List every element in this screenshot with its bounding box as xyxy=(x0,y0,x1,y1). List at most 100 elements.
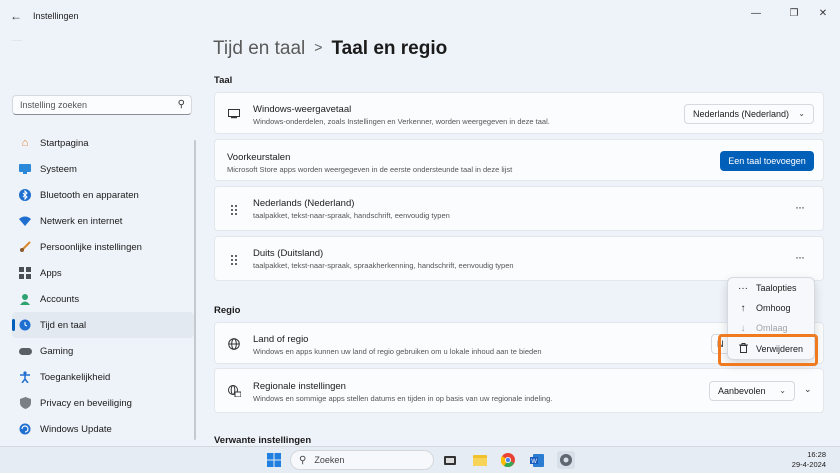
display-language-subtitle: Windows-onderdelen, zoals Instellingen e… xyxy=(253,117,550,126)
drag-handle-icon[interactable] xyxy=(227,253,241,267)
person-icon xyxy=(18,292,32,306)
system-icon xyxy=(18,162,32,176)
breadcrumb-separator: > xyxy=(314,39,323,55)
menu-item-taalopties[interactable]: ··· Taalopties xyxy=(728,278,816,298)
sidebar-item-bluetooth[interactable]: Bluetooth en apparaten xyxy=(12,182,194,208)
language-subtitle: taalpakket, tekst-naar-spraak, spraakher… xyxy=(253,261,514,270)
arrow-left-icon[interactable]: ← xyxy=(8,8,24,24)
more-icon[interactable]: ··· xyxy=(795,200,805,214)
sidebar-item-label: Gaming xyxy=(40,345,74,357)
more-icon: ··· xyxy=(738,282,748,294)
svg-text:W: W xyxy=(531,459,537,465)
sidebar: ⌂ Startpagina Systeem Bluetooth en appar… xyxy=(12,130,194,442)
monitor-icon xyxy=(227,107,241,121)
windows-start-icon[interactable] xyxy=(265,451,283,469)
search-icon: ⚲ xyxy=(299,454,307,466)
sidebar-item-label: Toegankelijkheid xyxy=(40,371,111,383)
sidebar-item-label: Systeem xyxy=(40,163,77,175)
sidebar-item-label: Accounts xyxy=(40,293,80,305)
sidebar-item-label: Privacy en beveiliging xyxy=(40,397,132,409)
sidebar-item-label: Persoonlijke instellingen xyxy=(40,241,142,253)
breadcrumb: Tijd en taal > Taal en regio xyxy=(213,38,447,60)
breadcrumb-parent[interactable]: Tijd en taal xyxy=(213,38,305,59)
sidebar-item-windows-update[interactable]: Windows Update xyxy=(12,416,194,442)
display-language-title: Windows-weergavetaal xyxy=(253,104,352,115)
preferred-title: Voorkeurstalen xyxy=(227,152,291,163)
sidebar-item-systeem[interactable]: Systeem xyxy=(12,156,194,182)
update-icon xyxy=(18,422,32,436)
word-icon[interactable]: W xyxy=(528,451,546,469)
sidebar-item-label: Startpagina xyxy=(40,137,89,149)
region-subtitle: Windows en apps kunnen uw land of regio … xyxy=(253,347,542,356)
maximize-button[interactable]: ❐ xyxy=(783,6,805,20)
sidebar-item-gaming[interactable]: Gaming xyxy=(12,338,194,364)
sidebar-item-label: Apps xyxy=(40,267,62,279)
taskbar-search[interactable]: ⚲ Zoeken xyxy=(290,450,434,470)
language-subtitle: taalpakket, tekst-naar-spraak, handschri… xyxy=(253,211,450,220)
chevron-down-icon: ⌄ xyxy=(779,386,786,395)
wifi-icon xyxy=(18,214,32,228)
chevron-down-icon: ⌄ xyxy=(798,109,805,118)
menu-item-label: Omhoog xyxy=(756,303,791,313)
language-item[interactable]: Nederlands (Nederland) taalpakket, tekst… xyxy=(214,186,824,231)
sidebar-item-privacy[interactable]: Privacy en beveiliging xyxy=(12,390,194,416)
language-title: Duits (Duitsland) xyxy=(253,248,324,259)
sidebar-item-netwerk[interactable]: Netwerk en internet xyxy=(12,208,194,234)
sidebar-item-startpagina[interactable]: ⌂ Startpagina xyxy=(12,130,194,156)
sidebar-item-label: Netwerk en internet xyxy=(40,215,123,227)
drag-handle-icon[interactable] xyxy=(227,203,241,217)
brush-icon xyxy=(18,240,32,254)
apps-icon xyxy=(18,266,32,280)
shield-icon xyxy=(18,396,32,410)
regional-format-subtitle: Windows en sommige apps stellen datums e… xyxy=(253,394,553,403)
menu-item-label: Omlaag xyxy=(756,323,788,333)
display-language-value: Nederlands (Nederland) xyxy=(693,109,790,119)
section-verwante: Verwante instellingen xyxy=(214,435,312,446)
sidebar-item-tijd-en-taal[interactable]: Tijd en taal xyxy=(12,312,194,338)
page-title: Taal en regio xyxy=(331,38,448,59)
search-icon: ⚲ xyxy=(177,99,185,110)
sidebar-item-persoonlijk[interactable]: Persoonlijke instellingen xyxy=(12,234,194,260)
preferred-languages-card: Voorkeurstalen Microsoft Store apps word… xyxy=(214,139,824,181)
language-title: Nederlands (Nederland) xyxy=(253,198,355,209)
taskbar-clock[interactable]: 16:28 29-4-2024 xyxy=(792,450,826,470)
region-title: Land of regio xyxy=(253,334,309,345)
language-item[interactable]: Duits (Duitsland) taalpakket, tekst-naar… xyxy=(214,236,824,281)
sidebar-item-apps[interactable]: Apps xyxy=(12,260,194,286)
globe-clock-icon xyxy=(18,318,32,332)
expand-chevron-icon[interactable]: ⌄ xyxy=(804,384,812,395)
sidebar-scrollbar[interactable] xyxy=(194,140,196,440)
regional-format-title: Regionale instellingen xyxy=(253,381,346,392)
settings-gear-icon[interactable] xyxy=(557,451,575,469)
sidebar-item-label: Tijd en taal xyxy=(40,319,87,331)
chrome-icon[interactable] xyxy=(499,451,517,469)
title-bar: ← Instellingen — ❐ ✕ xyxy=(0,0,840,32)
file-explorer-icon[interactable] xyxy=(471,451,489,469)
regional-format-select[interactable]: Aanbevolen ⌄ xyxy=(709,381,795,401)
taskbar-search-label: Zoeken xyxy=(314,455,345,465)
display-language-card: Windows-weergavetaal Windows-onderdelen,… xyxy=(214,92,824,134)
preferred-subtitle: Microsoft Store apps worden weergegeven … xyxy=(227,165,513,174)
taskbar: ⚲ Zoeken W 16:28 29-4-2024 xyxy=(0,446,840,473)
close-button[interactable]: ✕ xyxy=(812,6,834,20)
sidebar-item-accounts[interactable]: Accounts xyxy=(12,286,194,312)
menu-item-omhoog[interactable]: ↑ Omhoog xyxy=(728,298,816,318)
regional-format-value: Aanbevolen xyxy=(718,386,766,396)
menu-item-label: Taalopties xyxy=(756,283,797,293)
display-language-select[interactable]: Nederlands (Nederland) ⌄ xyxy=(684,104,814,124)
arrow-up-icon: ↑ xyxy=(740,302,746,314)
sidebar-item-label: Bluetooth en apparaten xyxy=(40,189,139,201)
minimize-button[interactable]: — xyxy=(745,6,767,20)
search-input[interactable]: Instelling zoeken ⚲ xyxy=(12,95,192,115)
sidebar-item-toegankelijkheid[interactable]: Toegankelijkheid xyxy=(12,364,194,390)
sidebar-item-label: Windows Update xyxy=(40,423,112,435)
clock-date: 29-4-2024 xyxy=(791,460,826,469)
bluetooth-icon xyxy=(18,188,32,202)
add-language-button[interactable]: Een taal toevoegen xyxy=(720,151,814,171)
clock-time: 16:28 xyxy=(807,450,826,459)
regional-format-card: Regionale instellingen Windows en sommig… xyxy=(214,368,824,413)
task-view-icon[interactable] xyxy=(441,451,459,469)
more-icon[interactable]: ··· xyxy=(795,250,805,264)
section-taal: Taal xyxy=(214,75,233,86)
app-title: Instellingen xyxy=(33,11,79,21)
